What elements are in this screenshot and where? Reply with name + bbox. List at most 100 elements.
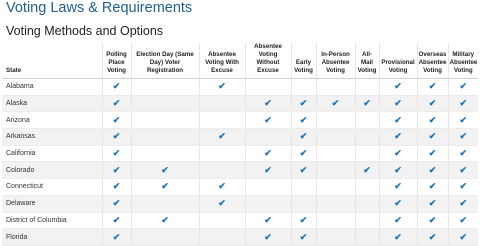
column-header-all-mail[interactable]: All-Mail Voting (354, 43, 379, 79)
check-icon: ✔ (112, 198, 121, 209)
table-cell (130, 111, 199, 130)
check-icon: ✔ (394, 131, 402, 142)
table-cell: ✔ (447, 161, 478, 180)
check-icon: ✔ (394, 214, 402, 225)
table-cell: ✔ (101, 195, 131, 213)
table-cell (315, 212, 355, 230)
table-cell: ✔ (290, 161, 316, 180)
check-icon: ✔ (299, 231, 308, 242)
column-header-polling-place[interactable]: Polling Place Voting (101, 43, 131, 79)
state-name[interactable]: Alaska (2, 95, 102, 113)
table-cell (244, 178, 291, 196)
check-icon: ✔ (299, 98, 308, 109)
check-icon: ✔ (264, 114, 272, 125)
state-name[interactable]: Arkansas (2, 128, 102, 146)
column-header-overseas-absentee[interactable]: Overseas Absentee Voting (416, 43, 448, 79)
table-cell: ✔ (416, 178, 448, 196)
column-header-provisional[interactable]: Provisional Voting (378, 43, 417, 79)
check-icon: ✔ (459, 231, 468, 242)
table-cell: ✔ (378, 95, 417, 113)
check-icon: ✔ (428, 164, 437, 175)
table-cell: ✔ (290, 145, 316, 163)
state-name[interactable]: California (2, 145, 102, 163)
check-icon: ✔ (218, 81, 226, 92)
column-header-in-person-absentee[interactable]: In-Person Absentee Voting (315, 43, 355, 79)
table-cell: ✔ (244, 145, 291, 163)
check-icon: ✔ (112, 114, 121, 125)
table-row: Arizona ✔ ✔ ✔ ✔ ✔ ✔ (2, 111, 478, 130)
table-cell: ✔ (198, 128, 245, 146)
table-cell: ✔ (244, 161, 291, 180)
table-cell: ✔ (354, 95, 379, 113)
table-cell (198, 145, 245, 163)
table-cell: ✔ (244, 95, 291, 113)
table-cell (315, 111, 355, 130)
table-cell: ✔ (416, 111, 448, 130)
check-icon: ✔ (394, 231, 402, 242)
check-icon: ✔ (459, 98, 468, 109)
table-cell (198, 95, 245, 113)
table-cell: ✔ (101, 128, 131, 146)
check-icon: ✔ (218, 131, 226, 142)
table-cell: ✔ (244, 212, 291, 230)
table-cell (315, 128, 355, 146)
check-icon: ✔ (112, 81, 121, 92)
check-icon: ✔ (218, 181, 226, 192)
table-cell: ✔ (198, 195, 245, 213)
table-cell (290, 178, 316, 196)
table-cell (354, 145, 379, 163)
table-cell: ✔ (447, 78, 478, 96)
table-cell: ✔ (130, 212, 199, 230)
column-header-military-absentee[interactable]: Military Absentee Voting (447, 43, 478, 79)
check-icon: ✔ (459, 198, 468, 209)
check-icon: ✔ (112, 214, 121, 225)
check-icon: ✔ (264, 214, 272, 225)
table-row: California ✔ ✔ ✔ ✔ ✔ ✔ (2, 145, 478, 163)
table-cell (315, 78, 355, 96)
column-header-early-voting[interactable]: Early Voting (290, 43, 316, 79)
check-icon: ✔ (459, 114, 468, 125)
check-icon: ✔ (112, 131, 121, 142)
table-cell (315, 145, 355, 163)
table-cell: ✔ (378, 195, 417, 213)
table-cell: ✔ (130, 161, 199, 180)
check-icon: ✔ (264, 148, 272, 159)
state-name[interactable]: Arizona (2, 111, 102, 130)
state-name[interactable]: Colorado (2, 161, 102, 180)
check-icon: ✔ (363, 164, 371, 175)
column-header-same-day-registration[interactable]: Election Day (Same Day) Voter Registrati… (130, 43, 199, 79)
check-icon: ✔ (394, 164, 402, 175)
column-header-absentee-without-excuse[interactable]: Absentee Voting Without Excuse (244, 43, 291, 79)
table-body: Alabama ✔ ✔ ✔ ✔ ✔ Alaska ✔ ✔ ✔ ✔ ✔ ✔ ✔ ✔ Arizona ✔ ✔ ✔ ✔ ✔ ✔ A… (2, 78, 478, 246)
table-cell (354, 212, 379, 230)
column-header-absentee-with-excuse[interactable]: Absentee Voting With Excuse (198, 43, 245, 79)
section-title: Voting Methods and Options (6, 24, 164, 38)
table-row: Connecticut ✔ ✔ ✔ ✔ ✔ ✔ (2, 178, 478, 196)
check-icon: ✔ (459, 81, 468, 92)
table-cell: ✔ (130, 178, 199, 196)
check-icon: ✔ (459, 148, 468, 159)
table-cell: ✔ (378, 161, 417, 180)
check-icon: ✔ (459, 181, 468, 192)
table-cell: ✔ (378, 111, 417, 130)
check-icon: ✔ (394, 198, 402, 209)
check-icon: ✔ (428, 114, 437, 125)
table-cell (354, 111, 379, 130)
table-cell: ✔ (416, 145, 448, 163)
table-cell (130, 95, 199, 113)
table-cell: ✔ (416, 128, 448, 146)
check-icon: ✔ (459, 131, 468, 142)
state-name[interactable]: Connecticut (2, 178, 102, 196)
table-cell: ✔ (290, 111, 316, 130)
table-cell (244, 195, 291, 213)
state-name[interactable]: Alabama (2, 78, 102, 96)
state-name[interactable]: Delaware (2, 195, 102, 213)
table-row: District of Columbia ✔ ✔ ✔ ✔ ✔ ✔ ✔ (2, 212, 478, 230)
check-icon: ✔ (264, 98, 272, 109)
table-cell: ✔ (101, 145, 131, 163)
table-cell (354, 128, 379, 146)
table-cell: ✔ (416, 78, 448, 96)
check-icon: ✔ (394, 81, 402, 92)
column-header-state[interactable]: State (2, 43, 102, 79)
state-name[interactable]: District of Columbia (2, 212, 102, 230)
